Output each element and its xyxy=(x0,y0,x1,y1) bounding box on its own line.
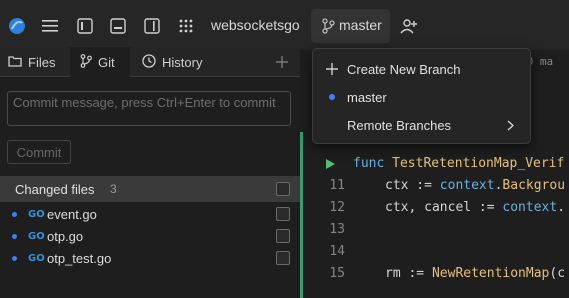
toggle-right-panel-icon[interactable] xyxy=(141,15,163,37)
tab-git[interactable]: Git xyxy=(70,47,130,77)
tab-history[interactable]: History xyxy=(142,47,202,77)
run-test-icon[interactable] xyxy=(325,158,336,174)
line-number: 15 xyxy=(329,266,345,281)
code-line: 14 xyxy=(303,244,569,266)
changed-files-count: 3 xyxy=(110,182,117,196)
code-line: 15 rm := NewRetentionMap(c xyxy=(303,266,569,288)
func-name: TestRetentionMap_Verif xyxy=(392,156,565,171)
commit-button[interactable]: Commit xyxy=(7,140,71,164)
modified-dot-icon xyxy=(12,211,17,217)
toggle-left-panel-icon[interactable] xyxy=(74,15,96,37)
file-row[interactable]: GO otp.go xyxy=(0,225,300,247)
file-name: event.go xyxy=(47,206,97,222)
branch-dropdown-menu: Create New Branch master Remote Branches xyxy=(312,48,531,144)
changed-files-title: Changed files xyxy=(15,181,95,197)
add-user-icon[interactable] xyxy=(398,15,420,37)
new-tab-plus-icon[interactable] xyxy=(276,47,288,77)
menu-item-create-new-branch[interactable]: Create New Branch xyxy=(313,55,532,83)
code-text: rm := NewRetentionMap(c xyxy=(385,266,566,281)
code-text: ctx := context.Backgrou xyxy=(385,178,566,193)
line-number: 12 xyxy=(329,200,345,215)
file-checkbox[interactable] xyxy=(276,207,290,221)
menu-item-label: master xyxy=(347,89,387,105)
app-logo-icon[interactable] xyxy=(6,15,28,37)
commit-message-input[interactable]: Commit message, press Ctrl+Enter to comm… xyxy=(7,91,291,126)
file-checkbox[interactable] xyxy=(276,229,290,243)
code-line: 13 xyxy=(303,222,569,244)
git-branch-icon xyxy=(80,53,92,71)
chevron-right-icon xyxy=(507,119,515,134)
apps-grid-icon[interactable] xyxy=(175,15,197,37)
tab-files[interactable]: Files xyxy=(8,47,55,77)
git-panel: Commit message, press Ctrl+Enter to comm… xyxy=(0,78,300,298)
menu-item-label: Create New Branch xyxy=(347,61,461,77)
current-branch-dot-icon xyxy=(325,90,339,104)
modified-dot-icon xyxy=(12,233,17,239)
tab-files-label: Files xyxy=(28,54,56,70)
clock-icon xyxy=(142,53,156,71)
line-number: 14 xyxy=(329,244,345,259)
git-branch-icon xyxy=(317,15,339,37)
line-number: 13 xyxy=(329,222,345,237)
menu-item-remote-branches[interactable]: Remote Branches xyxy=(313,111,532,139)
code-line: 11 ctx := context.Backgrou xyxy=(303,178,569,200)
go-file-icon: GO xyxy=(28,230,45,242)
tab-history-label: History xyxy=(162,54,203,70)
folder-icon xyxy=(8,55,22,70)
modified-dot-icon xyxy=(12,255,17,261)
code-line: func TestRetentionMap_Verif xyxy=(303,156,569,178)
menu-item-label: Remote Branches xyxy=(347,117,452,133)
file-checkbox[interactable] xyxy=(276,251,290,265)
file-row[interactable]: GO otp_test.go xyxy=(0,247,300,269)
line-number: 11 xyxy=(329,178,345,193)
file-name: otp.go xyxy=(47,228,84,244)
go-file-icon: GO xyxy=(28,252,45,264)
branch-name: master xyxy=(339,17,382,33)
file-name: otp_test.go xyxy=(47,250,112,266)
menu-item-master[interactable]: master xyxy=(313,83,532,111)
changed-files-header[interactable]: Changed files 3 xyxy=(0,176,300,202)
plus-icon xyxy=(325,62,339,76)
select-all-checkbox[interactable] xyxy=(276,182,290,196)
tab-git-label: Git xyxy=(98,54,115,70)
top-bar: websocketsgo master xyxy=(0,0,569,50)
project-name[interactable]: websocketsgo xyxy=(211,17,300,33)
code-text: ctx, cancel := context. xyxy=(385,200,566,215)
go-file-icon: GO xyxy=(28,208,45,220)
sidebar-tabs: Files Git History xyxy=(0,47,300,77)
file-row[interactable]: GO event.go xyxy=(0,203,300,225)
code-line: 12 ctx, cancel := context. xyxy=(303,200,569,222)
menu-icon[interactable] xyxy=(39,15,61,37)
toggle-bottom-panel-icon[interactable] xyxy=(107,15,129,37)
code-text: func TestRetentionMap_Verif xyxy=(353,156,565,171)
